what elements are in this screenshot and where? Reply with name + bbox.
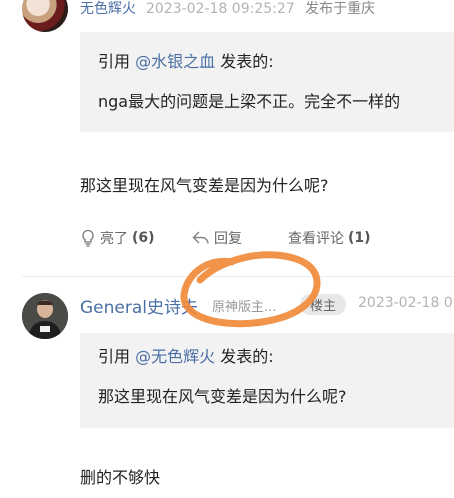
- quote-text: 那这里现在风气变差是因为什么呢?: [98, 387, 347, 406]
- quote-block: 引用 @水银之血 发表的: nga最大的问题是上梁不正。完全不一样的: [80, 32, 454, 132]
- quote-header: 引用 @无色辉火 发表的:: [98, 343, 274, 367]
- post-time: 2023-02-18 09:25:27: [146, 1, 295, 17]
- comments-label: 查看评论: [288, 231, 344, 247]
- user-badge: 原神版主...: [212, 300, 277, 315]
- quote-header: 引用 @水银之血 发表的:: [98, 48, 274, 72]
- reply-arrow-icon: [192, 230, 210, 246]
- reply-label: 回复: [214, 231, 242, 247]
- quote-block: 引用 @无色辉火 发表的: 那这里现在风气变差是因为什么呢?: [80, 333, 454, 428]
- avatar[interactable]: [22, 293, 68, 339]
- quote-prefix: 引用: [98, 347, 136, 366]
- comments-count: (1): [348, 230, 371, 246]
- divider: [22, 276, 454, 277]
- post-location: 发布于重庆: [305, 1, 376, 17]
- post-time: 2023-02-18 09: [358, 295, 454, 311]
- like-count: (6): [132, 230, 155, 246]
- quote-text: nga最大的问题是上梁不正。完全不一样的: [98, 92, 401, 111]
- quote-prefix: 引用: [98, 52, 136, 71]
- op-badge: 楼主: [300, 294, 347, 315]
- quote-suffix: 发表的:: [215, 347, 274, 366]
- avatar[interactable]: [22, 0, 68, 32]
- view-comments-button[interactable]: 查看评论 (1): [288, 228, 371, 248]
- lightbulb-icon: [80, 229, 96, 247]
- quote-suffix: 发表的:: [215, 52, 274, 71]
- like-button[interactable]: 亮了 (6): [80, 228, 155, 248]
- like-label: 亮了: [100, 231, 128, 247]
- username[interactable]: 无色辉火: [80, 1, 136, 17]
- quote-mention-link[interactable]: @水银之血: [135, 52, 215, 71]
- post-body: 删的不够快: [80, 468, 161, 487]
- post-meta: 无色辉火 2023-02-18 09:25:27 发布于重庆: [80, 0, 375, 18]
- quote-mention-link[interactable]: @无色辉火: [135, 347, 215, 366]
- post-body: 那这里现在风气变差是因为什么呢?: [80, 176, 329, 195]
- username[interactable]: General史诗夫: [80, 293, 198, 318]
- reply-button[interactable]: 回复: [192, 228, 242, 248]
